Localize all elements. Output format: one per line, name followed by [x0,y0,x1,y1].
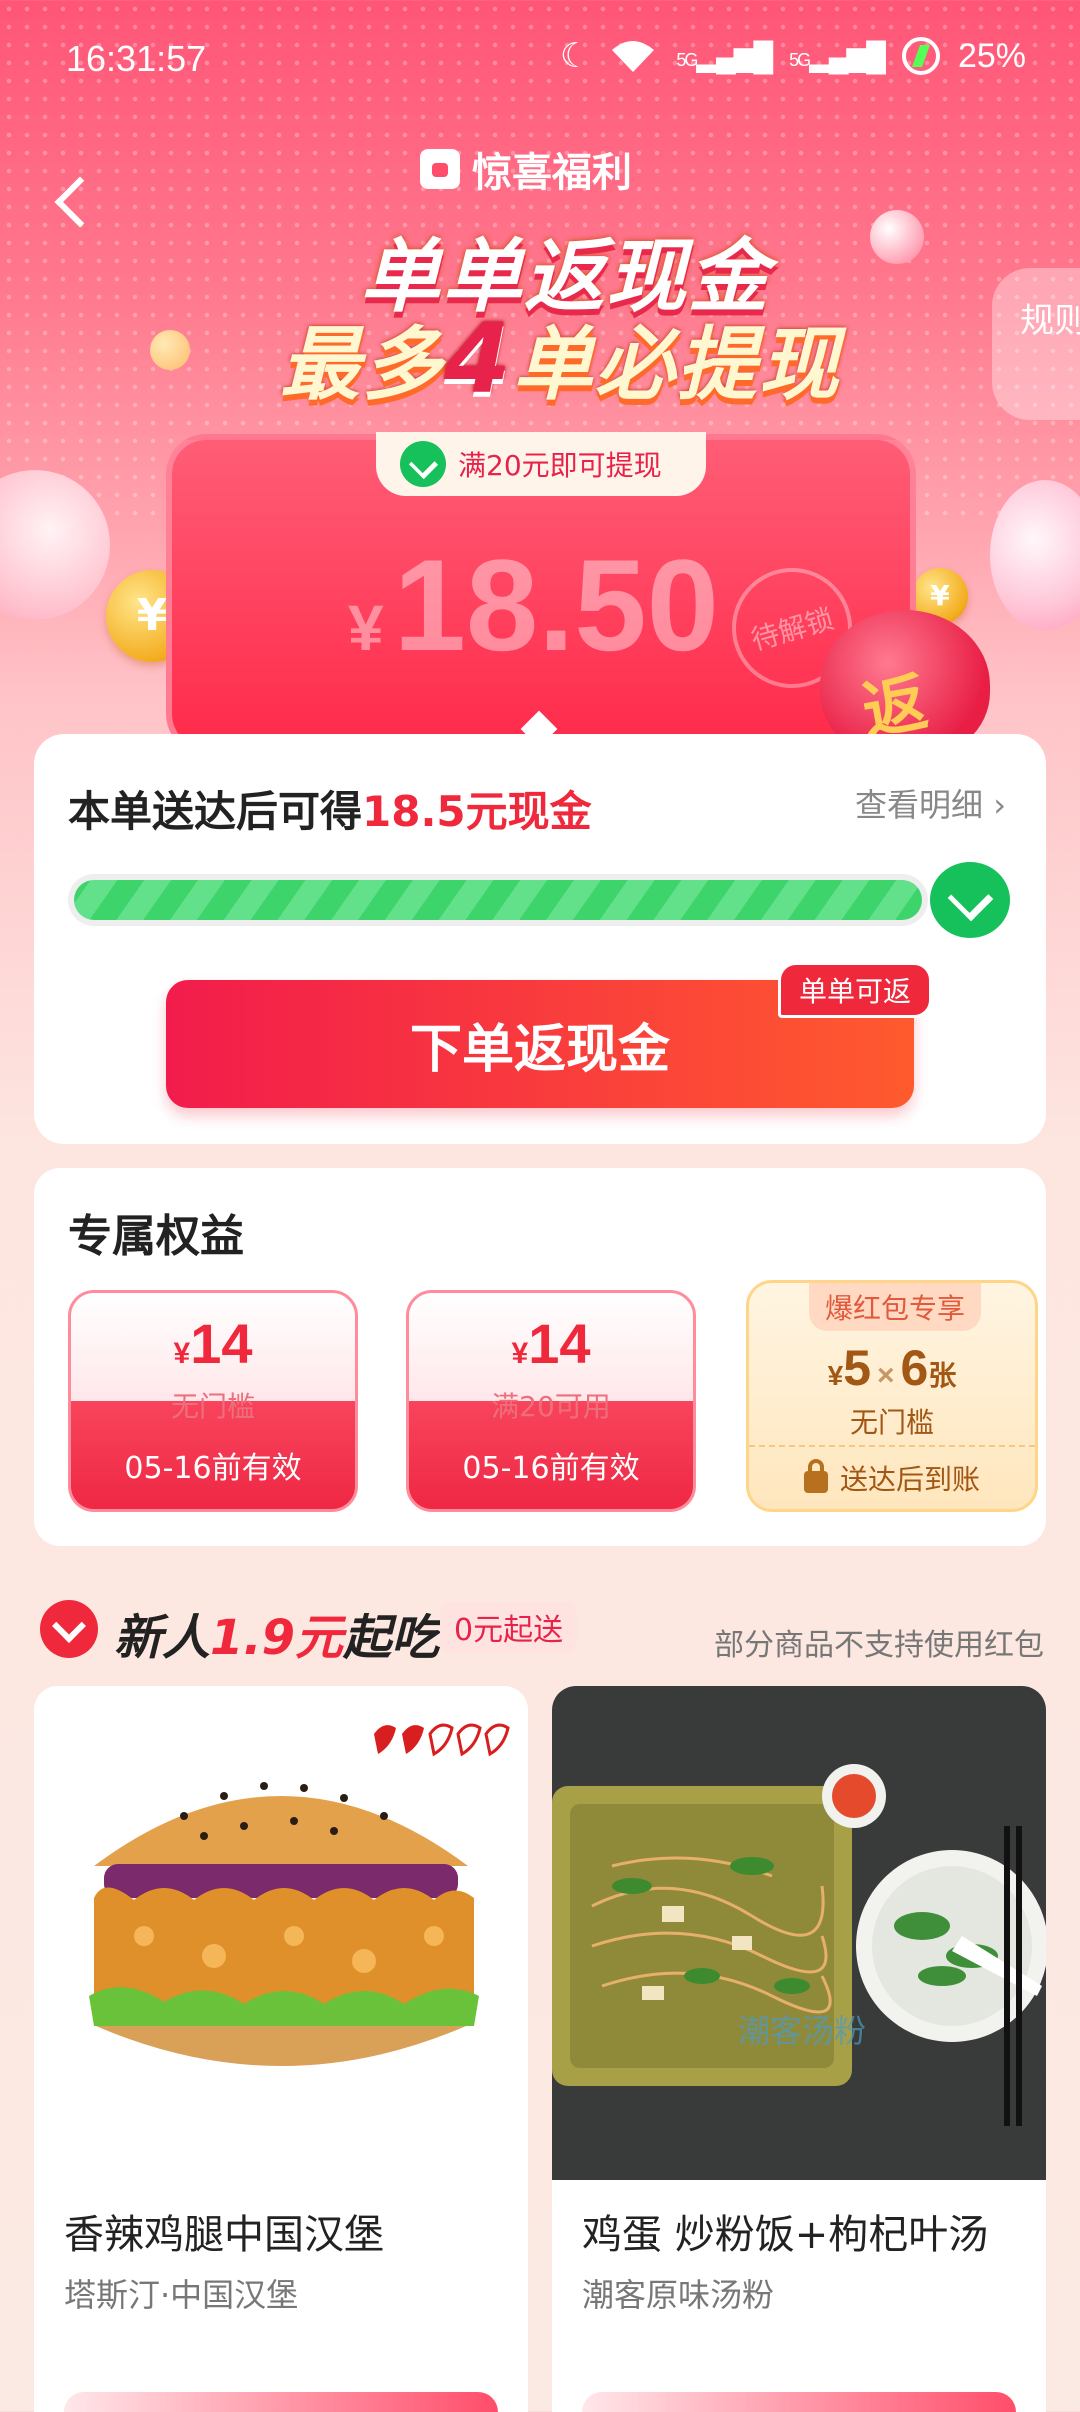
coupon-validity: 05-16前有效 [462,1451,640,1486]
coupon-amount: ¥14 [71,1311,355,1376]
coupon-currency: ¥ [511,1337,529,1370]
special-value: 5 [843,1340,872,1396]
special-footer: 送达后到账 [749,1445,1035,1509]
noodle-soup-image: 潮客汤粉 [552,1686,1046,2180]
newcomer-title-pre: 新人 [114,1610,211,1666]
special-unit: 张 [928,1360,957,1391]
chevron-right-icon: › [993,786,1006,824]
status-bar: 16:31:57 ☾ 5G▂▄▆█ 5G▂▄▆█ 25% [0,0,1080,120]
withdraw-condition: 满20元即可提现 [376,432,706,496]
coupon-value: 14 [528,1312,591,1375]
gift-icon [420,149,460,189]
rules-button[interactable]: 规则 [992,268,1080,420]
food-card[interactable]: 潮客汤粉 鸡蛋 炒粉饭+枸杞叶汤 潮客原味汤粉 [552,1686,1046,2412]
benefits-title: 专属权益 [68,1211,244,1262]
status-time: 16:31:57 [66,38,207,79]
watermark-text: 潮客汤粉 [738,2012,866,2050]
newcomer-title-post: 起吃 [343,1610,440,1666]
coupon-condition: 满20可用 [491,1390,611,1423]
cashback-title-highlight: 18.5元现金 [362,787,592,836]
headline-line2-num: 4 [444,303,513,415]
status-icons: ☾ 5G▂▄▆█ 5G▂▄▆█ 25% [560,36,1026,76]
special-currency: ¥ [827,1360,844,1391]
battery-icon [901,37,940,75]
wechat-check-icon [400,441,446,487]
network-type-1: 5G [676,49,698,70]
food-card[interactable]: 香辣鸡腿中国汉堡 塔斯汀·中国汉堡 [34,1686,528,2412]
view-details-label: 查看明细 [855,786,984,824]
cashback-title-pre: 本单送达后可得 [68,787,363,836]
progress-bar [68,874,928,926]
coupon-amount: ¥14 [409,1311,693,1376]
price-strip [582,2392,1016,2412]
coupon-value: 14 [190,1312,253,1375]
coupon-condition: 无门槛 [170,1390,255,1423]
special-amount: ¥5 × 6张 [749,1339,1035,1397]
free-delivery-pill: 0元起送 [440,1602,578,1652]
decor-bubble [0,470,110,620]
redpacket-note: 部分商品不支持使用红包 [714,1628,1044,1663]
special-footer-text: 送达后到账 [839,1463,980,1496]
special-badge: 爆红包专享 [809,1283,981,1331]
lock-icon [803,1459,828,1493]
wechat-check-icon [930,862,1010,938]
newcomer-title: 新人1.9元起吃 [114,1598,439,1668]
progress-complete [930,862,1012,940]
cash-currency: ¥ [348,592,384,664]
wifi-icon [612,41,655,72]
special-coupon-card[interactable]: 爆红包专享 ¥5 × 6张 无门槛 送达后到账 [746,1280,1038,1512]
shop-name: 塔斯汀·中国汉堡 [64,2276,299,2314]
brand-label: 惊喜福利 [472,150,632,196]
cellular-signal-icon-2: 5G▂▄▆█ [789,40,886,72]
price-strip [64,2392,498,2412]
cash-amount-value: 18.50 [393,532,719,678]
decor-bubble [150,330,190,370]
network-type-2: 5G [789,49,811,70]
newcomer-title-highlight: 1.9元 [210,1610,344,1666]
special-condition: 无门槛 [849,1406,934,1439]
coupon-card[interactable]: ¥14 无门槛 05-16前有效 [68,1290,358,1512]
progress-bar-fill [74,880,922,920]
special-count: 6 [900,1340,929,1396]
decor-bubble [870,210,924,264]
cash-amount: ¥18.50 [348,530,719,680]
cellular-signal-icon-1: 5G▂▄▆█ [676,40,773,72]
cta-badge: 单单可返 [778,962,932,1018]
special-times: × [877,1359,895,1392]
headline-line2-post: 单必提现 [512,318,841,411]
moon-icon: ☾ [559,37,591,75]
cashback-title: 本单送达后可得18.5元现金 [68,778,592,839]
back-button[interactable] [48,168,96,238]
decor-bubble [990,480,1080,630]
view-details-link[interactable]: 查看明细 › [855,780,1006,826]
headline-line2-pre: 最多 [280,318,444,411]
shop-name: 潮客原味汤粉 [582,2276,775,2314]
coupon-validity: 05-16前有效 [124,1451,302,1486]
withdraw-condition-text: 满20元即可提现 [458,449,662,482]
coupon-card[interactable]: ¥14 满20可用 05-16前有效 [406,1290,696,1512]
down-arrow-icon [40,1600,98,1658]
food-name: 鸡蛋 炒粉饭+枸杞叶汤 [582,2212,989,2258]
burger-image [34,1686,528,2180]
battery-percent: 25% [957,36,1026,75]
headline-line2: 最多4单必提现 [280,300,841,416]
coupon-currency: ¥ [173,1337,191,1370]
food-name: 香辣鸡腿中国汉堡 [64,2212,384,2258]
brand-title: 惊喜福利 [420,140,632,198]
